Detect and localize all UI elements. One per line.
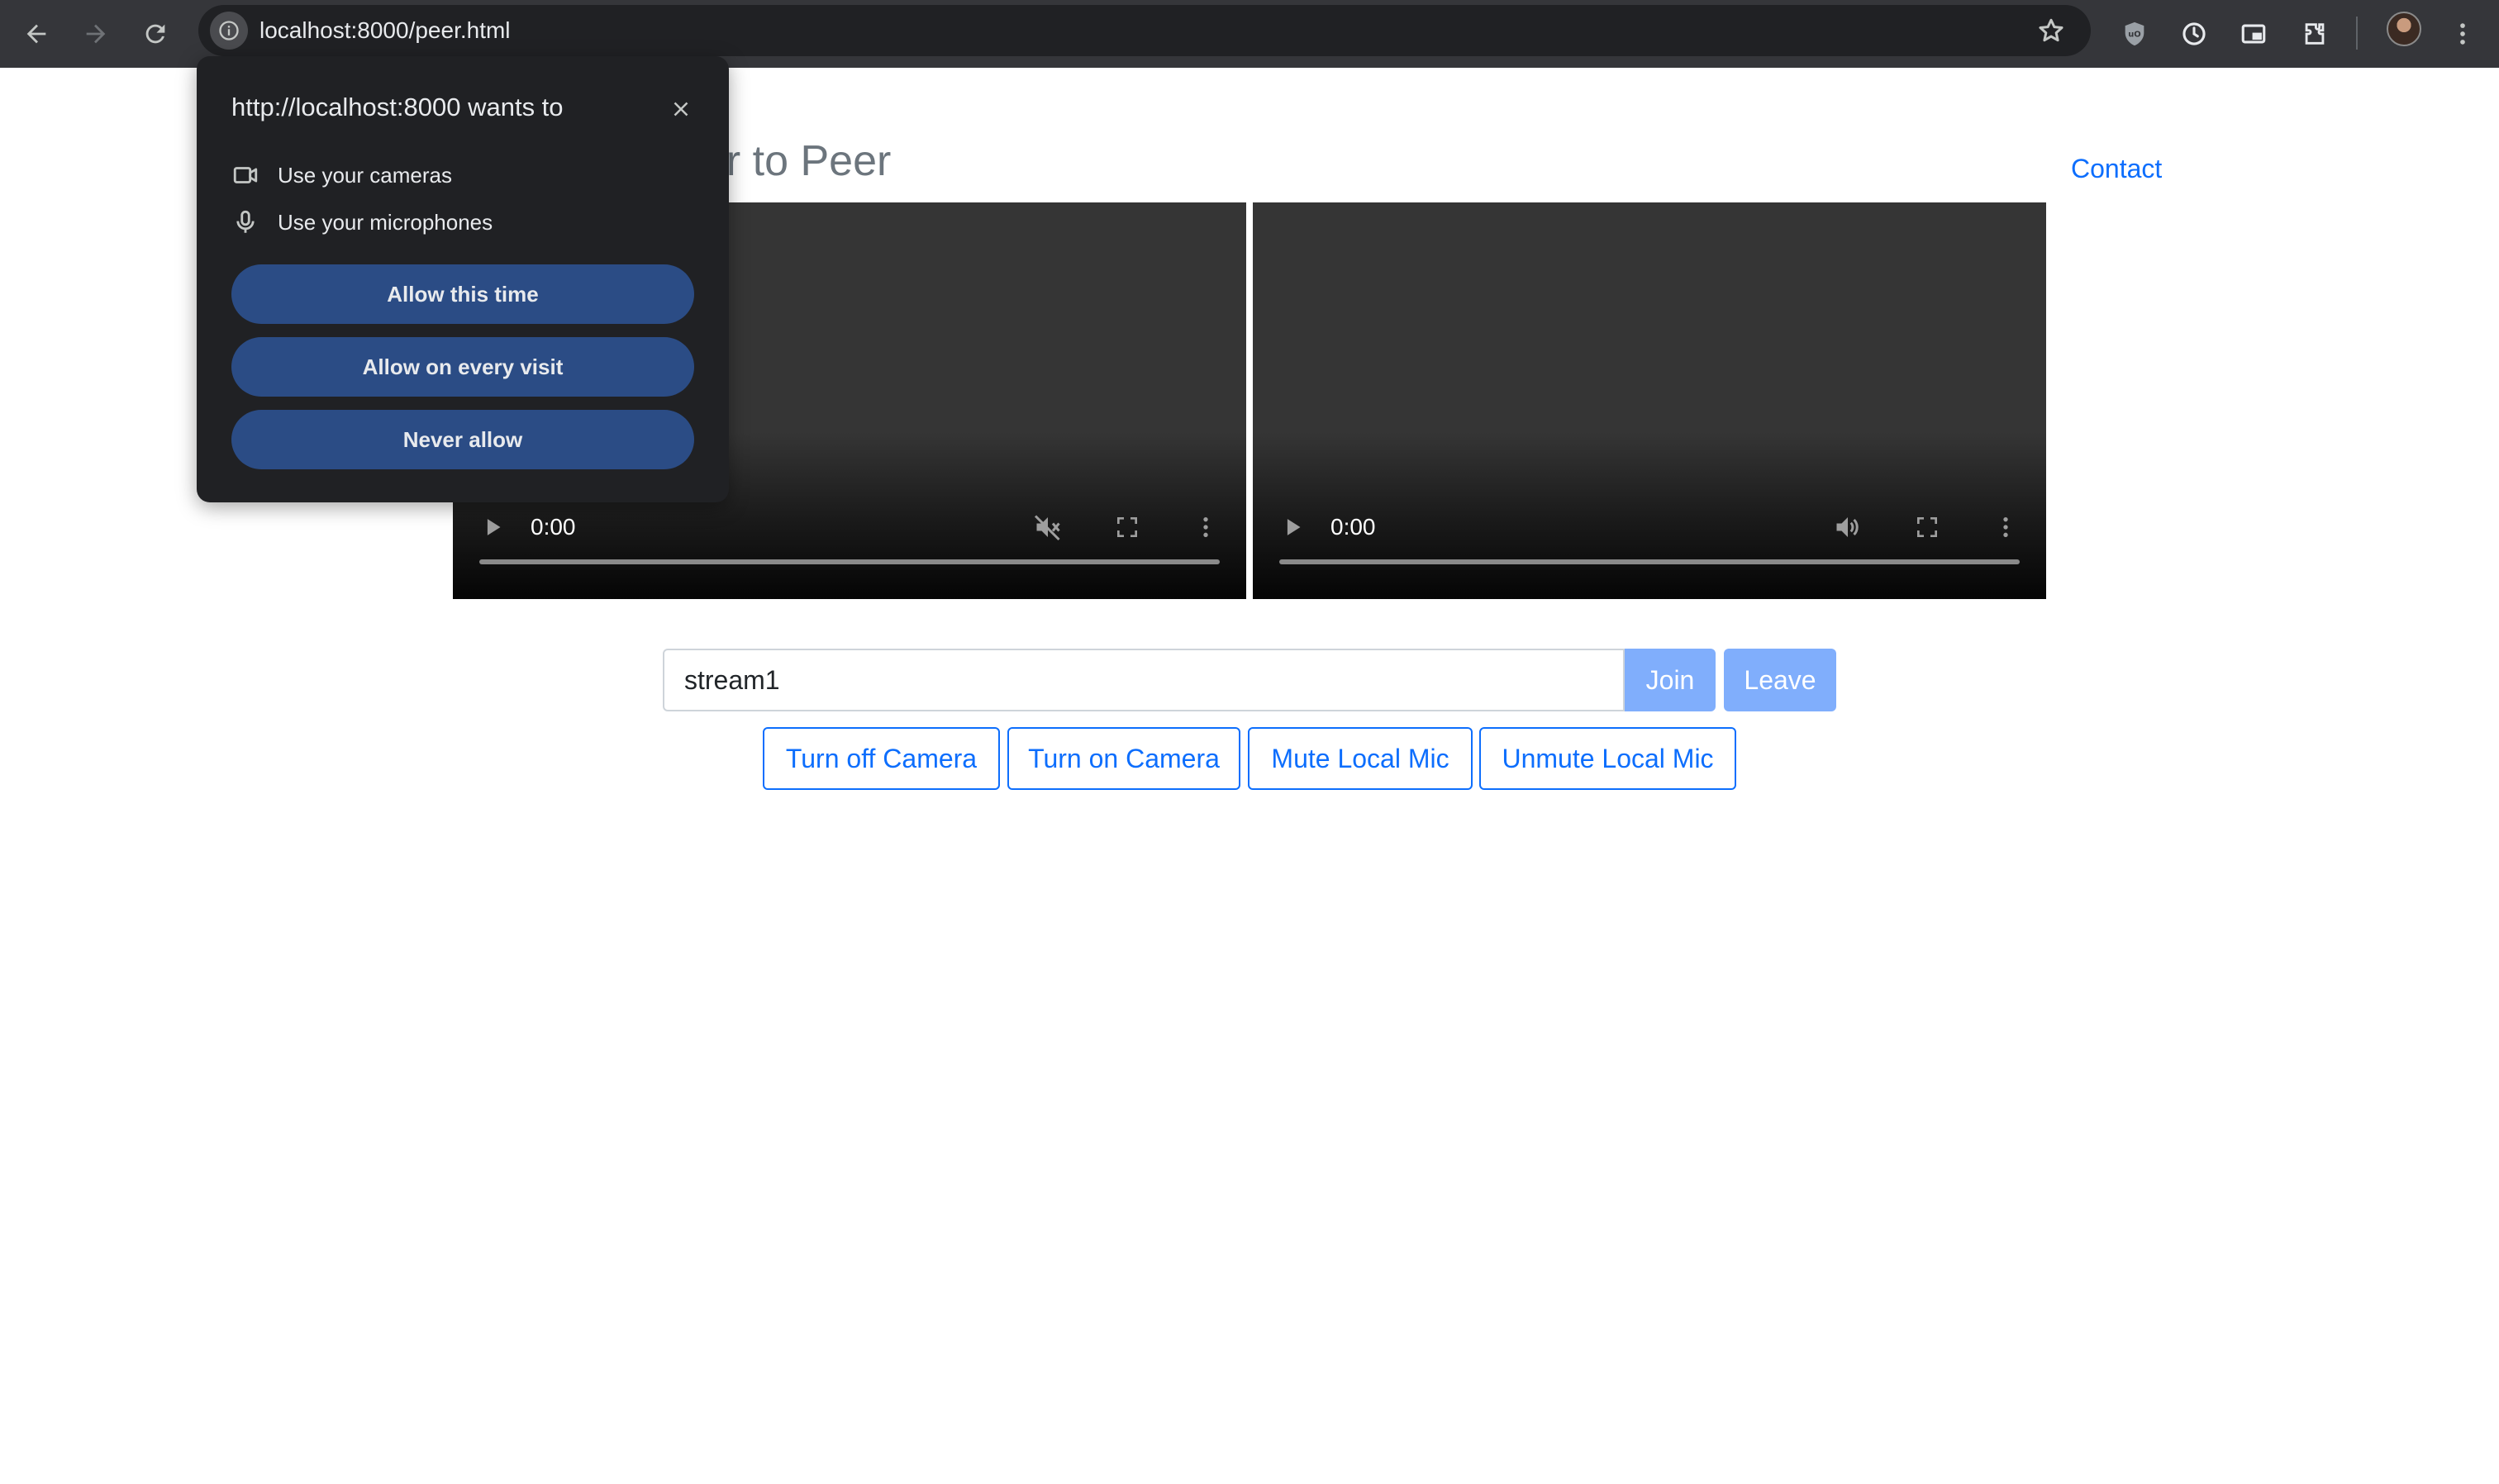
url-text[interactable]: localhost:8000/peer.html bbox=[259, 5, 511, 56]
contact-link[interactable]: Contact bbox=[2071, 154, 2162, 184]
fullscreen-icon[interactable] bbox=[1107, 507, 1148, 548]
leave-button[interactable]: Leave bbox=[1724, 649, 1836, 711]
history-extension-icon[interactable] bbox=[2172, 12, 2216, 56]
forward-button[interactable] bbox=[73, 11, 119, 57]
menu-kebab-icon[interactable] bbox=[2440, 12, 2485, 56]
ublock-extension-icon[interactable]: uO bbox=[2112, 12, 2157, 56]
popup-title: http://localhost:8000 wants to bbox=[231, 93, 564, 121]
back-button[interactable] bbox=[13, 11, 60, 57]
close-icon[interactable] bbox=[664, 93, 697, 126]
picture-in-picture-icon[interactable] bbox=[2231, 12, 2276, 56]
never-allow-button[interactable]: Never allow bbox=[231, 410, 694, 469]
permission-mic-label: Use your microphones bbox=[278, 209, 493, 235]
profile-avatar[interactable] bbox=[2387, 12, 2421, 46]
microphone-icon bbox=[236, 210, 255, 233]
toolbar-divider bbox=[2356, 17, 2358, 50]
svg-text:uO: uO bbox=[2128, 31, 2140, 40]
address-bar[interactable]: localhost:8000/peer.html bbox=[198, 5, 2091, 56]
play-icon[interactable] bbox=[473, 507, 514, 548]
bookmark-star-icon[interactable] bbox=[2035, 14, 2068, 47]
allow-this-time-button[interactable]: Allow this time bbox=[231, 264, 694, 324]
video-options-icon[interactable] bbox=[1985, 507, 2026, 548]
mute-local-mic-button[interactable]: Mute Local Mic bbox=[1248, 727, 1473, 790]
arrow-left-icon bbox=[26, 24, 46, 44]
camera-icon bbox=[233, 167, 258, 183]
video-time: 0:00 bbox=[531, 514, 576, 540]
extensions-puzzle-icon[interactable] bbox=[2292, 12, 2337, 56]
video-options-icon[interactable] bbox=[1185, 507, 1226, 548]
speaker-icon[interactable] bbox=[1827, 507, 1868, 548]
turn-off-camera-button[interactable]: Turn off Camera bbox=[763, 727, 1000, 790]
permission-camera-row: Use your cameras bbox=[231, 159, 452, 192]
site-info-icon[interactable] bbox=[210, 12, 248, 50]
reload-button[interactable] bbox=[132, 11, 178, 57]
permission-camera-label: Use your cameras bbox=[278, 162, 452, 188]
unmute-local-mic-button[interactable]: Unmute Local Mic bbox=[1479, 727, 1736, 790]
turn-on-camera-button[interactable]: Turn on Camera bbox=[1007, 727, 1240, 790]
allow-every-visit-button[interactable]: Allow on every visit bbox=[231, 337, 694, 397]
join-button[interactable]: Join bbox=[1625, 649, 1716, 711]
stream-name-input[interactable] bbox=[663, 649, 1625, 711]
permission-popup: http://localhost:8000 wants to Use your … bbox=[197, 56, 729, 502]
fullscreen-icon[interactable] bbox=[1906, 507, 1948, 548]
arrow-right-icon bbox=[86, 24, 106, 44]
reload-icon bbox=[145, 24, 165, 44]
permission-mic-row: Use your microphones bbox=[231, 206, 493, 239]
video-progress-bar[interactable] bbox=[479, 559, 1220, 564]
muted-speaker-icon[interactable] bbox=[1027, 507, 1069, 548]
remote-video[interactable]: 0:00 bbox=[1253, 202, 2046, 599]
video-progress-bar[interactable] bbox=[1279, 559, 2020, 564]
video-time: 0:00 bbox=[1330, 514, 1376, 540]
play-icon[interactable] bbox=[1273, 507, 1314, 548]
